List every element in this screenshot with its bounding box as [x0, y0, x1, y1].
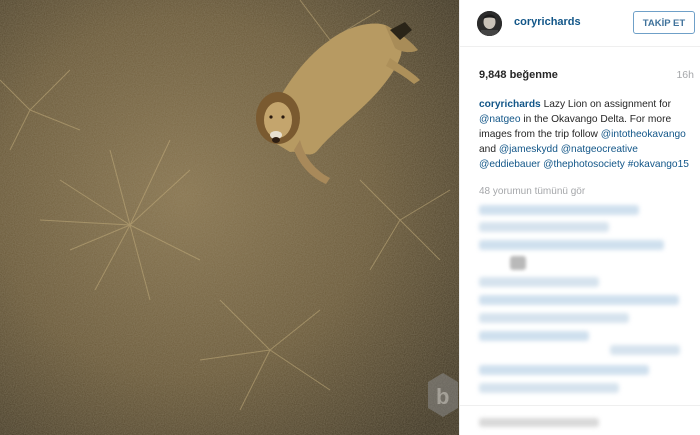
blurred-comment: [479, 205, 639, 215]
follow-button[interactable]: TAKİP ET: [633, 11, 695, 34]
divider: [460, 405, 700, 406]
lion-photo-image: b: [0, 0, 459, 435]
svg-text:b: b: [436, 384, 449, 409]
post-caption: coryrichards Lazy Lion on assignment for…: [479, 97, 697, 172]
b-logo-icon: b: [428, 373, 458, 417]
blurred-comment: [479, 331, 589, 341]
mention-link[interactable]: @natgeo: [479, 114, 521, 125]
post-header: coryrichards TAKİP ET: [460, 0, 700, 47]
mention-link[interactable]: @thephotosociety: [543, 159, 625, 170]
mention-link[interactable]: @jameskydd: [499, 144, 558, 155]
blurred-comment-input[interactable]: [479, 418, 599, 427]
caption-username[interactable]: coryrichards: [479, 99, 541, 110]
hashtag-link[interactable]: #okavango15: [628, 159, 689, 170]
header-username[interactable]: coryrichards: [514, 16, 581, 28]
blurred-comment: [479, 277, 599, 287]
blurred-comment: [479, 383, 619, 393]
avatar[interactable]: [477, 11, 502, 36]
blurred-comment: [510, 256, 526, 270]
blurred-comment: [479, 222, 609, 232]
post-time: 16h: [676, 69, 694, 81]
blurred-comment: [479, 365, 649, 375]
caption-text: Lazy Lion on assignment for: [540, 99, 671, 110]
view-all-comments-link[interactable]: 48 yorumun tümünü gör: [479, 186, 585, 197]
post-photo[interactable]: b: [0, 0, 459, 435]
blurred-comment: [479, 313, 629, 323]
post-sidebar: coryrichards TAKİP ET 9,848 beğenme 16h …: [459, 0, 700, 435]
mention-link[interactable]: @intotheokavango: [601, 129, 686, 140]
blurred-comment: [479, 295, 679, 305]
blurred-comment: [479, 240, 664, 250]
likes-count[interactable]: 9,848 beğenme: [479, 69, 558, 81]
mention-link[interactable]: @natgeocreative: [561, 144, 638, 155]
caption-text: and: [479, 144, 499, 155]
mention-link[interactable]: @eddiebauer: [479, 159, 540, 170]
blurred-comment: [610, 345, 680, 355]
